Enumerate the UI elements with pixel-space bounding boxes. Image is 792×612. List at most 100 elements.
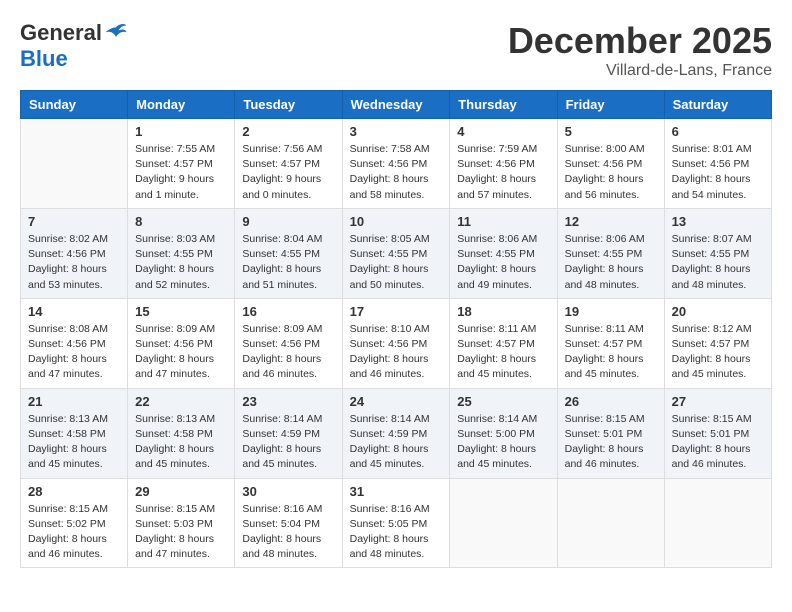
day-number: 10: [350, 214, 443, 229]
title-section: December 2025 Villard-de-Lans, France: [508, 20, 772, 80]
calendar-day-cell: 6 Sunrise: 8:01 AMSunset: 4:56 PMDaylight…: [664, 119, 771, 209]
day-number: 6: [672, 124, 764, 139]
logo-blue-text: Blue: [20, 46, 68, 72]
calendar-day-cell: [664, 478, 771, 568]
calendar-table: SundayMondayTuesdayWednesdayThursdayFrid…: [20, 90, 772, 568]
calendar-week-row: 1 Sunrise: 7:55 AMSunset: 4:57 PMDaylight…: [21, 119, 772, 209]
day-info: Sunrise: 8:11 AMSunset: 4:57 PMDaylight:…: [457, 322, 549, 383]
day-number: 2: [242, 124, 334, 139]
calendar-day-cell: 23Sunrise: 8:14 AMSunset: 4:59 PMDayligh…: [235, 388, 342, 478]
day-info: Sunrise: 8:08 AMSunset: 4:56 PMDaylight:…: [28, 322, 120, 383]
calendar-day-cell: 25 Sunrise: 8:14 AMSunset: 5:00 PMDayligh…: [450, 388, 557, 478]
calendar-day-cell: 7Sunrise: 8:02 AMSunset: 4:56 PMDaylight…: [21, 208, 128, 298]
calendar-day-cell: 15 Sunrise: 8:09 AMSunset: 4:56 PMDayligh…: [128, 298, 235, 388]
calendar-day-cell: 31 Sunrise: 8:16 AMSunset: 5:05 PMDayligh…: [342, 478, 450, 568]
day-number: 25: [457, 394, 549, 409]
calendar-day-cell: 13 Sunrise: 8:07 AMSunset: 4:55 PMDayligh…: [664, 208, 771, 298]
calendar-day-cell: 1 Sunrise: 7:55 AMSunset: 4:57 PMDaylight…: [128, 119, 235, 209]
day-number: 4: [457, 124, 549, 139]
day-info: Sunrise: 8:03 AMSunset: 4:55 PMDaylight:…: [135, 232, 227, 293]
day-info: Sunrise: 8:15 AMSunset: 5:03 PMDaylight:…: [135, 502, 227, 563]
day-info: Sunrise: 8:16 AMSunset: 5:05 PMDaylight:…: [350, 502, 443, 563]
day-info: Sunrise: 8:14 AMSunset: 4:59 PMDaylight:…: [242, 412, 334, 473]
day-number: 13: [672, 214, 764, 229]
logo-general-text: General: [20, 20, 102, 46]
day-number: 18: [457, 304, 549, 319]
day-number: 8: [135, 214, 227, 229]
day-info: Sunrise: 8:05 AMSunset: 4:55 PMDaylight:…: [350, 232, 443, 293]
day-info: Sunrise: 8:09 AMSunset: 4:56 PMDaylight:…: [242, 322, 334, 383]
calendar-day-cell: 29 Sunrise: 8:15 AMSunset: 5:03 PMDayligh…: [128, 478, 235, 568]
day-number: 22: [135, 394, 227, 409]
page-header: General Blue December 2025 Villard-de-La…: [20, 20, 772, 80]
calendar-day-cell: 5 Sunrise: 8:00 AMSunset: 4:56 PMDaylight…: [557, 119, 664, 209]
day-of-week-header: Thursday: [450, 91, 557, 119]
day-number: 16: [242, 304, 334, 319]
day-number: 9: [242, 214, 334, 229]
day-number: 15: [135, 304, 227, 319]
day-number: 1: [135, 124, 227, 139]
day-of-week-header: Tuesday: [235, 91, 342, 119]
calendar-day-cell: 2Sunrise: 7:56 AMSunset: 4:57 PMDaylight…: [235, 119, 342, 209]
day-number: 29: [135, 484, 227, 499]
day-info: Sunrise: 8:06 AMSunset: 4:55 PMDaylight:…: [457, 232, 549, 293]
day-number: 30: [242, 484, 334, 499]
calendar-day-cell: 10 Sunrise: 8:05 AMSunset: 4:55 PMDayligh…: [342, 208, 450, 298]
calendar-day-cell: 9 Sunrise: 8:04 AMSunset: 4:55 PMDaylight…: [235, 208, 342, 298]
day-number: 20: [672, 304, 764, 319]
calendar-day-cell: [21, 119, 128, 209]
day-info: Sunrise: 8:09 AMSunset: 4:56 PMDaylight:…: [135, 322, 227, 383]
calendar-week-row: 7Sunrise: 8:02 AMSunset: 4:56 PMDaylight…: [21, 208, 772, 298]
day-number: 5: [565, 124, 657, 139]
day-number: 21: [28, 394, 120, 409]
day-number: 11: [457, 214, 549, 229]
calendar-day-cell: 3Sunrise: 7:58 AMSunset: 4:56 PMDaylight…: [342, 119, 450, 209]
day-info: Sunrise: 8:04 AMSunset: 4:55 PMDaylight:…: [242, 232, 334, 293]
calendar-day-cell: 20Sunrise: 8:12 AMSunset: 4:57 PMDayligh…: [664, 298, 771, 388]
calendar-week-row: 21 Sunrise: 8:13 AMSunset: 4:58 PMDayligh…: [21, 388, 772, 478]
logo-bird-icon: [104, 21, 128, 45]
calendar-day-cell: [557, 478, 664, 568]
day-of-week-header: Sunday: [21, 91, 128, 119]
calendar-day-cell: 21 Sunrise: 8:13 AMSunset: 4:58 PMDayligh…: [21, 388, 128, 478]
day-info: Sunrise: 8:13 AMSunset: 4:58 PMDaylight:…: [28, 412, 120, 473]
location-subtitle: Villard-de-Lans, France: [508, 62, 772, 80]
day-info: Sunrise: 8:11 AMSunset: 4:57 PMDaylight:…: [565, 322, 657, 383]
month-title: December 2025: [508, 20, 772, 62]
day-info: Sunrise: 8:10 AMSunset: 4:56 PMDaylight:…: [350, 322, 443, 383]
day-info: Sunrise: 8:00 AMSunset: 4:56 PMDaylight:…: [565, 142, 657, 203]
day-info: Sunrise: 7:55 AMSunset: 4:57 PMDaylight:…: [135, 142, 227, 203]
calendar-week-row: 14 Sunrise: 8:08 AMSunset: 4:56 PMDayligh…: [21, 298, 772, 388]
calendar-day-cell: 26Sunrise: 8:15 AMSunset: 5:01 PMDayligh…: [557, 388, 664, 478]
day-number: 17: [350, 304, 443, 319]
day-info: Sunrise: 8:15 AMSunset: 5:01 PMDaylight:…: [565, 412, 657, 473]
calendar-day-cell: 8 Sunrise: 8:03 AMSunset: 4:55 PMDaylight…: [128, 208, 235, 298]
day-info: Sunrise: 8:06 AMSunset: 4:55 PMDaylight:…: [565, 232, 657, 293]
calendar-day-cell: 30Sunrise: 8:16 AMSunset: 5:04 PMDayligh…: [235, 478, 342, 568]
day-info: Sunrise: 8:07 AMSunset: 4:55 PMDaylight:…: [672, 232, 764, 293]
day-of-week-header: Monday: [128, 91, 235, 119]
day-of-week-header: Friday: [557, 91, 664, 119]
day-info: Sunrise: 8:15 AMSunset: 5:01 PMDaylight:…: [672, 412, 764, 473]
calendar-header-row: SundayMondayTuesdayWednesdayThursdayFrid…: [21, 91, 772, 119]
calendar-day-cell: 12 Sunrise: 8:06 AMSunset: 4:55 PMDayligh…: [557, 208, 664, 298]
day-number: 14: [28, 304, 120, 319]
day-info: Sunrise: 8:02 AMSunset: 4:56 PMDaylight:…: [28, 232, 120, 293]
calendar-day-cell: [450, 478, 557, 568]
calendar-day-cell: 22 Sunrise: 8:13 AMSunset: 4:58 PMDayligh…: [128, 388, 235, 478]
day-info: Sunrise: 8:01 AMSunset: 4:56 PMDaylight:…: [672, 142, 764, 203]
day-number: 27: [672, 394, 764, 409]
day-info: Sunrise: 7:58 AMSunset: 4:56 PMDaylight:…: [350, 142, 443, 203]
day-info: Sunrise: 8:14 AMSunset: 4:59 PMDaylight:…: [350, 412, 443, 473]
day-number: 24: [350, 394, 443, 409]
day-number: 19: [565, 304, 657, 319]
calendar-day-cell: 14 Sunrise: 8:08 AMSunset: 4:56 PMDayligh…: [21, 298, 128, 388]
calendar-day-cell: 28Sunrise: 8:15 AMSunset: 5:02 PMDayligh…: [21, 478, 128, 568]
day-number: 28: [28, 484, 120, 499]
day-number: 12: [565, 214, 657, 229]
logo: General Blue: [20, 20, 128, 72]
day-info: Sunrise: 8:13 AMSunset: 4:58 PMDaylight:…: [135, 412, 227, 473]
day-info: Sunrise: 8:14 AMSunset: 5:00 PMDaylight:…: [457, 412, 549, 473]
day-number: 31: [350, 484, 443, 499]
day-of-week-header: Saturday: [664, 91, 771, 119]
